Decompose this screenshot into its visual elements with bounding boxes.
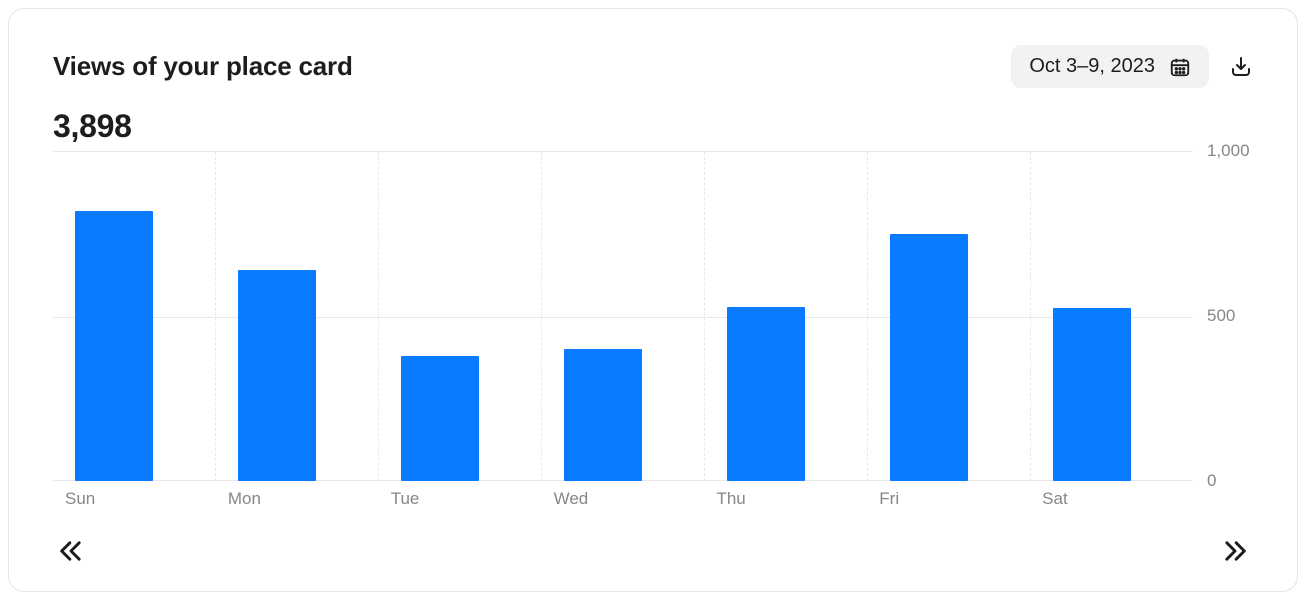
x-axis-label: Tue	[379, 489, 542, 509]
chart: 1,000 500 0	[53, 151, 1253, 481]
card-title: Views of your place card	[53, 51, 353, 82]
bar[interactable]	[401, 356, 479, 481]
date-range-text: Oct 3–9, 2023	[1029, 55, 1155, 78]
x-axis-label: Mon	[216, 489, 379, 509]
x-axis-label: Sat	[1030, 489, 1193, 509]
nav-row	[53, 537, 1253, 565]
bar[interactable]	[1053, 308, 1131, 481]
bar-column	[216, 152, 379, 481]
bar[interactable]	[564, 349, 642, 481]
bar[interactable]	[890, 234, 968, 481]
bar[interactable]	[727, 307, 805, 481]
x-axis: SunMonTueWedThuFriSat	[53, 489, 1253, 509]
date-range-picker[interactable]: Oct 3–9, 2023	[1011, 45, 1209, 88]
y-tick-top: 1,000	[1207, 141, 1250, 161]
chevron-double-right-icon	[1221, 537, 1249, 565]
chevron-double-left-icon	[57, 537, 85, 565]
download-button[interactable]	[1229, 55, 1253, 79]
bar-column	[542, 152, 705, 481]
x-axis-label: Sun	[53, 489, 216, 509]
analytics-card: Views of your place card Oct 3–9, 2023	[8, 8, 1298, 592]
bar-column	[53, 152, 216, 481]
bar-column	[705, 152, 868, 481]
bar[interactable]	[238, 270, 316, 481]
total-value: 3,898	[53, 108, 1253, 145]
bar-columns	[53, 152, 1193, 481]
bar-column	[379, 152, 542, 481]
y-tick-bottom: 0	[1207, 471, 1216, 491]
y-tick-mid: 500	[1207, 306, 1235, 326]
bar-column	[1031, 152, 1193, 481]
calendar-icon	[1169, 56, 1191, 78]
y-axis: 1,000 500 0	[1193, 151, 1253, 481]
x-axis-label: Thu	[704, 489, 867, 509]
bar-column	[868, 152, 1031, 481]
prev-period-button[interactable]	[57, 537, 85, 565]
next-period-button[interactable]	[1221, 537, 1249, 565]
header-controls: Oct 3–9, 2023	[1011, 45, 1253, 88]
plot-area	[53, 151, 1193, 481]
bar[interactable]	[75, 211, 153, 481]
card-header: Views of your place card Oct 3–9, 2023	[53, 45, 1253, 88]
download-icon	[1229, 55, 1253, 79]
x-axis-label: Wed	[542, 489, 705, 509]
x-axis-label: Fri	[867, 489, 1030, 509]
